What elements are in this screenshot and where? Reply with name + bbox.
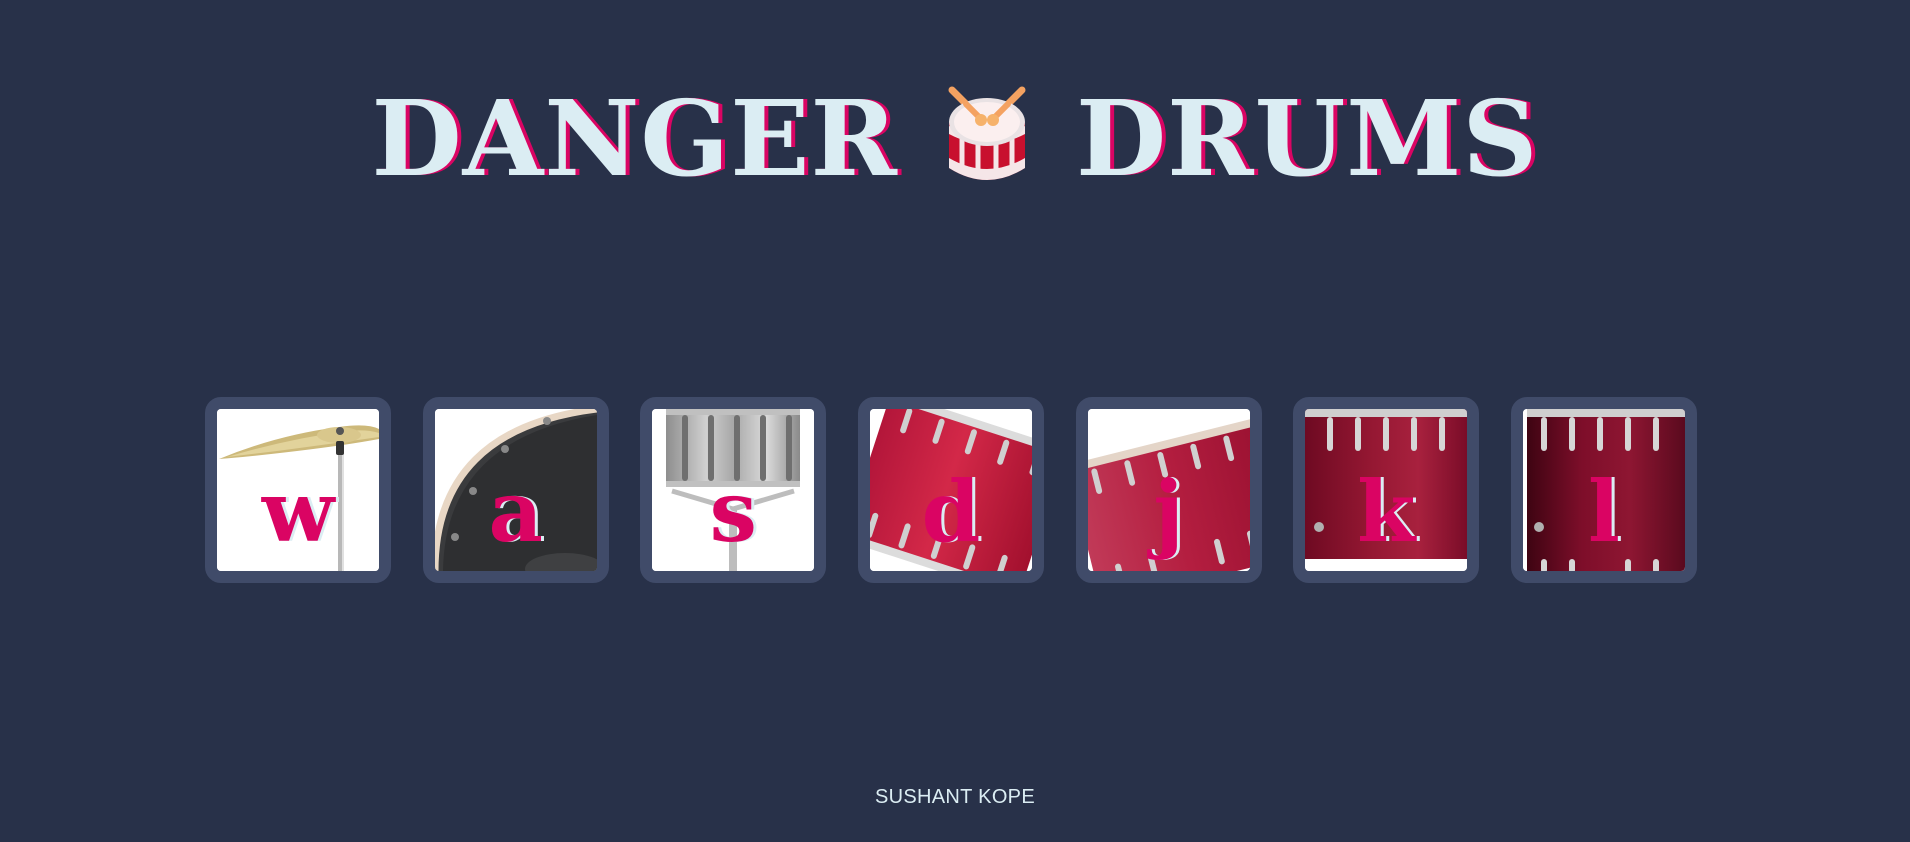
drum-button-d[interactable]: d xyxy=(857,397,1044,583)
drum-key-label: d xyxy=(921,462,981,561)
drum-key-label: j xyxy=(1153,462,1184,561)
drum-key-label: s xyxy=(709,462,757,561)
drum-button-a[interactable]: a xyxy=(422,397,609,583)
drum-button-s[interactable]: s xyxy=(640,397,827,583)
drum-button-l[interactable]: l xyxy=(1510,397,1697,583)
drum-button-k[interactable]: k xyxy=(1293,397,1480,583)
footer-author: SUSHANT KOPE xyxy=(875,786,1035,808)
drum-key-label: a xyxy=(488,462,543,561)
drum-key-label: k xyxy=(1357,462,1416,561)
drum-button-w[interactable]: w xyxy=(205,397,391,583)
drum-key-label: l xyxy=(1587,462,1620,561)
drum-with-drumsticks-icon xyxy=(932,80,1042,190)
page-title: DANGER DRUMS xyxy=(0,70,1910,199)
drum-key-label: w xyxy=(261,462,335,561)
title-word-right: DRUMS xyxy=(1075,76,1539,200)
title-word-left: DANGER xyxy=(371,76,898,200)
drum-set: w a s d j k l xyxy=(205,397,1697,583)
drum-button-j[interactable]: j xyxy=(1075,397,1262,583)
